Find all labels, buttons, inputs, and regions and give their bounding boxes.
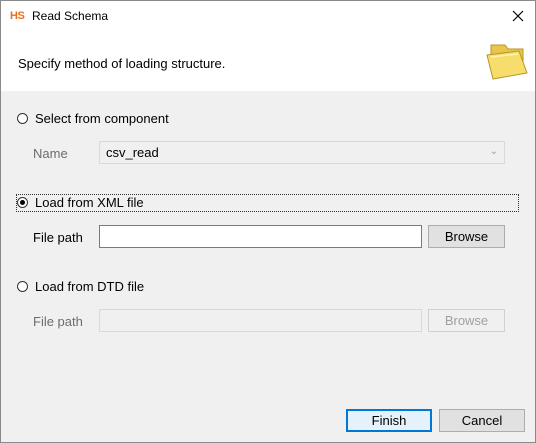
xml-browse-button[interactable]: Browse: [428, 225, 505, 248]
xml-file-path-input[interactable]: [99, 225, 422, 248]
chevron-down-icon: ⌄: [489, 146, 498, 157]
radio-label-xml: Load from XML file: [35, 195, 144, 210]
read-schema-dialog: HS Read Schema Specify method of loading…: [0, 0, 536, 443]
radio-select-from-component[interactable]: Select from component: [17, 111, 169, 126]
dtd-file-path-input[interactable]: [99, 309, 422, 332]
component-name-dropdown[interactable]: csv_read ⌄: [99, 141, 505, 164]
radio-label-component: Select from component: [35, 111, 169, 126]
finish-button[interactable]: Finish: [346, 409, 432, 432]
radio-label-dtd: Load from DTD file: [35, 279, 145, 294]
xml-file-path-label: File path: [33, 230, 83, 245]
radio-button-xml[interactable]: [17, 197, 28, 208]
title-bar: HS Read Schema: [1, 1, 535, 31]
window-title: Read Schema: [32, 9, 109, 23]
app-logo: HS: [10, 10, 25, 22]
cancel-button[interactable]: Cancel: [439, 409, 525, 432]
close-button[interactable]: [501, 1, 535, 31]
radio-load-from-dtd[interactable]: Load from DTD file: [17, 279, 144, 294]
radio-button-component[interactable]: [17, 113, 28, 124]
dtd-browse-button[interactable]: Browse: [428, 309, 505, 332]
name-label: Name: [33, 146, 68, 161]
close-icon: [512, 10, 524, 22]
dtd-file-path-label: File path: [33, 314, 83, 329]
radio-load-from-xml[interactable]: Load from XML file: [17, 195, 144, 210]
component-name-value: csv_read: [106, 145, 159, 160]
header-panel: Specify method of loading structure.: [1, 31, 535, 91]
header-instruction: Specify method of loading structure.: [18, 56, 226, 71]
radio-button-dtd[interactable]: [17, 281, 28, 292]
folder-icon: [486, 44, 528, 80]
